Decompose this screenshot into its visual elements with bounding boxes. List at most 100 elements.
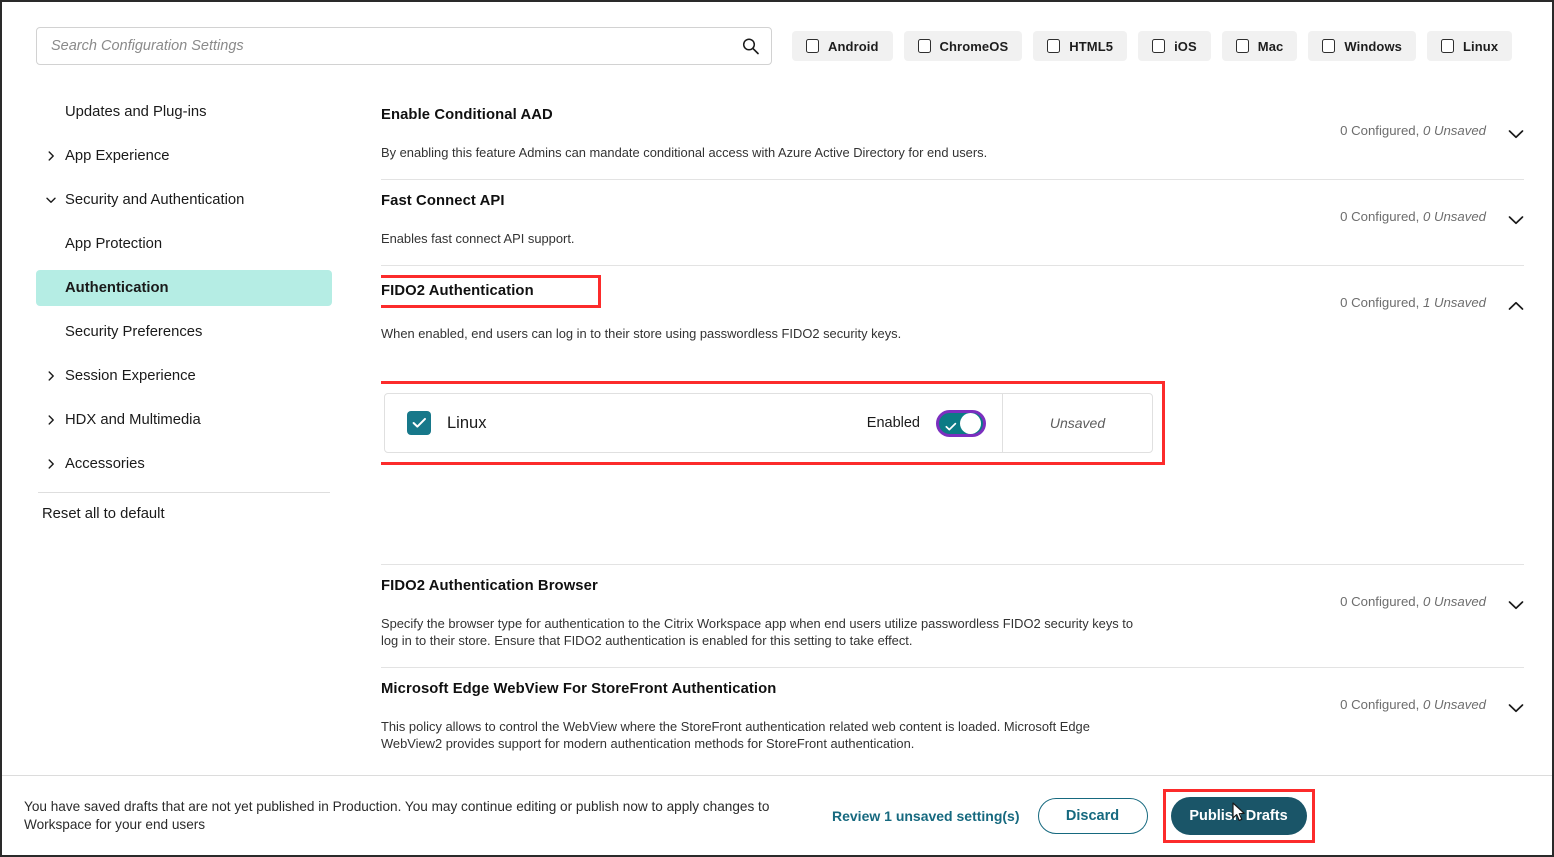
sidebar-item-label: App Protection <box>65 236 162 252</box>
chevron-right-icon[interactable] <box>45 370 57 382</box>
setting-text-block: FIDO2 Authentication Browser Specify the … <box>381 577 1320 649</box>
sidebar-item-accessories[interactable]: Accessories <box>36 446 332 482</box>
sidebar-item-updates-and-plug-ins[interactable]: Updates and Plug-ins <box>36 94 332 130</box>
sidebar-item-label: Session Experience <box>65 368 196 384</box>
sidebar-item-security-preferences[interactable]: Security Preferences <box>36 314 332 350</box>
unsaved-count: 0 Unsaved <box>1423 594 1486 609</box>
setting-row: FIDO2 Authentication Browser Specify the … <box>381 565 1524 668</box>
sidebar-divider <box>38 492 330 493</box>
checkbox-icon[interactable] <box>1322 39 1335 53</box>
setting-header: Enable Conditional AAD By enabling this f… <box>381 106 1524 161</box>
settings-list: Enable Conditional AAD By enabling this f… <box>381 94 1524 773</box>
unsaved-count: 0 Unsaved <box>1423 123 1486 138</box>
checkbox-icon[interactable] <box>1047 39 1060 53</box>
search-field-wrapper <box>36 27 772 65</box>
chevron-down-icon[interactable] <box>1508 126 1524 136</box>
publish-drafts-annotation-box: Publish Drafts <box>1166 792 1312 840</box>
setting-header: Fast Connect API Enables fast connect API… <box>381 192 1524 247</box>
platform-filter-chromeos[interactable]: ChromeOS <box>904 31 1023 61</box>
status-badge: 0 Configured, 0 Unsaved <box>1340 123 1486 138</box>
platform-filter-linux[interactable]: Linux <box>1427 31 1512 61</box>
setting-header: Microsoft Edge WebView For StoreFront Au… <box>381 680 1524 752</box>
unsaved-count: 1 Unsaved <box>1423 295 1486 310</box>
sidebar-nav-list: Updates and Plug-ins App Experience Securi… <box>36 94 332 482</box>
top-toolbar: Android ChromeOS HTML5 iOS Mac Windows Linux <box>2 2 1552 90</box>
platform-filter-label: Mac <box>1258 39 1284 54</box>
sidebar-item-label: Security and Authentication <box>65 192 244 208</box>
platform-filter-ios[interactable]: iOS <box>1138 31 1211 61</box>
sidebar-item-app-experience[interactable]: App Experience <box>36 138 332 174</box>
setting-description: Enables fast connect API support. <box>381 230 1141 247</box>
setting-header: FIDO2 Authentication When enabled, end us… <box>381 278 1524 342</box>
configured-count: 0 Configured, <box>1340 123 1423 138</box>
chevron-right-icon[interactable] <box>45 150 57 162</box>
setting-description: This policy allows to control the WebVie… <box>381 718 1141 752</box>
review-unsaved-settings-link[interactable]: Review 1 unsaved setting(s) <box>832 808 1020 824</box>
chevron-down-icon[interactable] <box>1508 700 1524 710</box>
setting-title[interactable]: Enable Conditional AAD <box>381 107 553 123</box>
setting-title[interactable]: Fast Connect API <box>381 193 505 209</box>
chevron-right-icon[interactable] <box>45 458 57 470</box>
sidebar-item-app-protection[interactable]: App Protection <box>36 226 332 262</box>
chevron-right-icon[interactable] <box>45 414 57 426</box>
draft-action-bar: You have saved drafts that are not yet p… <box>2 775 1552 855</box>
setting-header: FIDO2 Authentication Browser Specify the … <box>381 577 1524 649</box>
configured-count: 0 Configured, <box>1340 697 1423 712</box>
sidebar-item-label: Security Preferences <box>65 324 202 340</box>
checkbox-icon[interactable] <box>1441 39 1454 53</box>
check-icon <box>945 419 957 437</box>
setting-status-block: 0 Configured, 1 Unsaved <box>1340 278 1524 310</box>
chevron-down-icon[interactable] <box>1508 597 1524 607</box>
configured-count: 0 Configured, <box>1340 594 1423 609</box>
platform-toggle-card: LinuxEnabledUnsaved <box>384 393 1153 453</box>
status-badge: 0 Configured, 0 Unsaved <box>1340 697 1486 712</box>
sidebar-item-label: Accessories <box>65 456 145 472</box>
checkbox-icon[interactable] <box>806 39 819 53</box>
sidebar-item-hdx-and-multimedia[interactable]: HDX and Multimedia <box>36 402 332 438</box>
platform-filter-label: ChromeOS <box>940 39 1009 54</box>
discard-button[interactable]: Discard <box>1038 798 1148 834</box>
search-input[interactable] <box>36 27 772 65</box>
sidebar-item-session-experience[interactable]: Session Experience <box>36 358 332 394</box>
sidebar-item-security-and-authentication[interactable]: Security and Authentication <box>36 182 332 218</box>
toggle-knob <box>960 413 981 434</box>
setting-status-block: 0 Configured, 0 Unsaved <box>1340 680 1524 712</box>
sidebar-item-authentication[interactable]: Authentication <box>36 270 332 306</box>
setting-description: By enabling this feature Admins can mand… <box>381 144 1141 161</box>
publish-drafts-button[interactable]: Publish Drafts <box>1171 797 1307 835</box>
platform-filter-windows[interactable]: Windows <box>1308 31 1416 61</box>
setting-row: Enable Conditional AAD By enabling this f… <box>381 94 1524 180</box>
settings-sidebar: Updates and Plug-ins App Experience Securi… <box>36 94 332 523</box>
setting-title[interactable]: FIDO2 Authentication Browser <box>381 578 598 594</box>
sidebar-item-label: HDX and Multimedia <box>65 412 201 428</box>
status-badge: 0 Configured, 0 Unsaved <box>1340 594 1486 609</box>
setting-text-block: Microsoft Edge WebView For StoreFront Au… <box>381 680 1320 752</box>
chevron-down-icon[interactable] <box>1508 212 1524 222</box>
platform-filter-mac[interactable]: Mac <box>1222 31 1298 61</box>
checkbox-icon[interactable] <box>918 39 931 53</box>
setting-description: When enabled, end users can log in to th… <box>381 325 1141 342</box>
chevron-up-icon[interactable] <box>1508 298 1524 308</box>
platform-filter-label: Android <box>828 39 879 54</box>
configured-count: 0 Configured, <box>1340 295 1423 310</box>
status-badge: 0 Configured, 0 Unsaved <box>1340 209 1486 224</box>
platform-filter-chips: Android ChromeOS HTML5 iOS Mac Windows Linux <box>792 31 1512 61</box>
enable-toggle-switch[interactable] <box>936 410 986 437</box>
chevron-down-icon[interactable] <box>45 194 57 206</box>
checkbox-icon[interactable] <box>1152 39 1165 53</box>
platform-filter-android[interactable]: Android <box>792 31 893 61</box>
checkbox-icon[interactable] <box>1236 39 1249 53</box>
unsaved-count: 0 Unsaved <box>1423 697 1486 712</box>
sidebar-item-label: App Experience <box>65 148 169 164</box>
expanded-section-spacer <box>381 462 1524 546</box>
platform-filter-html5[interactable]: HTML5 <box>1033 31 1127 61</box>
setting-description: Specify the browser type for authenticat… <box>381 615 1141 649</box>
setting-title[interactable]: Microsoft Edge WebView For StoreFront Au… <box>381 681 776 697</box>
platform-row-status: Unsaved <box>1002 394 1152 452</box>
platform-toggle-main: LinuxEnabled <box>385 394 1002 452</box>
setting-text-block: FIDO2 Authentication When enabled, end us… <box>381 278 1320 342</box>
reset-all-to-default-link[interactable]: Reset all to default <box>36 506 165 522</box>
configuration-settings-page: Android ChromeOS HTML5 iOS Mac Windows Linux U… <box>0 0 1554 857</box>
platform-checkbox-checked-icon[interactable] <box>407 411 431 435</box>
setting-title-highlighted[interactable]: FIDO2 Authentication <box>381 278 598 305</box>
